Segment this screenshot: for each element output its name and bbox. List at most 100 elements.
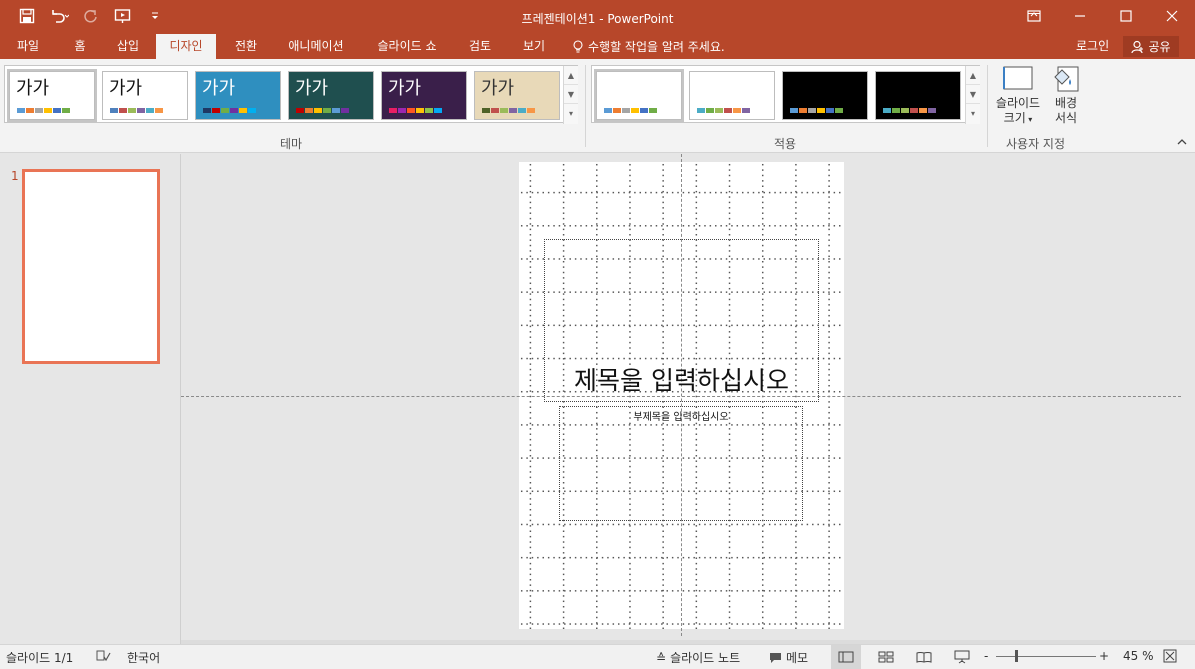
slide-size-label-2: 크기	[1003, 111, 1026, 125]
collapse-ribbon-icon[interactable]	[1177, 138, 1187, 149]
tab-home[interactable]: 홈	[62, 34, 98, 59]
tell-me-box[interactable]: 수행할 작업을 알려 주세요.	[572, 34, 725, 59]
zoom-level[interactable]: 45 %	[1123, 649, 1154, 663]
status-bar: 슬라이드 1/1 한국어 ≙ 슬라이드 노트 메모 - + 45 %	[0, 644, 1195, 669]
theme-thumbnail[interactable]: 가가	[381, 71, 467, 120]
zoom-out-button[interactable]: -	[984, 649, 988, 663]
variant-color-swatches	[604, 108, 657, 113]
color-swatch	[389, 108, 397, 113]
language-indicator[interactable]: 한국어	[127, 649, 160, 666]
tab-design[interactable]: 디자인	[156, 34, 216, 59]
slide-size-button[interactable]: 슬라이드 크기 ▾	[992, 65, 1044, 127]
notes-icon: ≙	[656, 650, 667, 665]
share-button[interactable]: 공유	[1123, 36, 1179, 57]
color-swatch	[341, 108, 349, 113]
comment-icon	[770, 652, 781, 663]
color-swatch	[416, 108, 424, 113]
login-link[interactable]: 로그인	[1076, 34, 1109, 58]
maximize-icon[interactable]	[1103, 0, 1149, 32]
color-swatch	[697, 108, 705, 113]
minimize-icon[interactable]	[1057, 0, 1103, 32]
tab-insert[interactable]: 삽입	[106, 34, 150, 59]
color-swatch	[119, 108, 127, 113]
comments-label: 메모	[786, 651, 809, 665]
themes-gallery-scroll[interactable]: ▲ ▼ ▾	[563, 66, 578, 124]
more-icon[interactable]: ▾	[564, 104, 578, 123]
slide-number: 1	[11, 169, 19, 183]
variant-thumbnail[interactable]	[594, 69, 684, 122]
theme-color-swatches	[17, 108, 70, 113]
variant-thumbnail[interactable]	[782, 71, 868, 120]
tab-file[interactable]: 파일	[6, 34, 50, 59]
color-swatch	[323, 108, 331, 113]
tab-slideshow[interactable]: 슬라이드 쇼	[366, 34, 448, 59]
tab-animations[interactable]: 애니메이션	[278, 34, 354, 59]
color-swatch	[500, 108, 508, 113]
slide-thumbnail[interactable]	[22, 169, 160, 364]
theme-sample-text: 가가	[481, 78, 515, 99]
person-icon	[1131, 40, 1144, 53]
color-swatch	[509, 108, 517, 113]
title-bar: 프레젠테이션1 - PowerPoint	[0, 0, 1195, 34]
scroll-down-icon[interactable]: ▼	[966, 85, 980, 104]
reading-view-icon[interactable]	[909, 645, 939, 669]
color-swatch	[706, 108, 714, 113]
ribbon-display-options-icon[interactable]	[1011, 0, 1057, 32]
tab-view[interactable]: 보기	[512, 34, 556, 59]
zoom-slider[interactable]	[996, 656, 1096, 657]
scroll-up-icon[interactable]: ▲	[564, 66, 578, 85]
theme-thumbnail[interactable]: 가가	[288, 71, 374, 120]
format-background-button[interactable]: 배경 서식	[1046, 65, 1086, 126]
theme-thumbnail[interactable]: 가가	[102, 71, 188, 120]
color-swatch	[742, 108, 750, 113]
zoom-slider-thumb[interactable]	[1015, 650, 1018, 662]
close-icon[interactable]	[1149, 0, 1195, 32]
zoom-in-button[interactable]: +	[1099, 649, 1109, 663]
color-swatch	[146, 108, 154, 113]
theme-thumbnail[interactable]: 가가	[7, 69, 97, 122]
color-swatch	[808, 108, 816, 113]
theme-thumbnail[interactable]: 가가	[195, 71, 281, 120]
scroll-up-icon[interactable]: ▲	[966, 66, 980, 85]
variant-thumbnail[interactable]	[689, 71, 775, 120]
notes-button[interactable]: ≙ 슬라이드 노트	[656, 649, 740, 666]
slide-sorter-view-icon[interactable]	[871, 645, 901, 669]
normal-view-icon[interactable]	[831, 645, 861, 669]
slideshow-view-icon[interactable]	[947, 645, 977, 669]
subtitle-placeholder[interactable]: 부제목을 입력하십시오	[559, 406, 803, 521]
group-divider	[585, 65, 586, 147]
comments-button[interactable]: 메모	[769, 649, 808, 666]
more-icon[interactable]: ▾	[966, 104, 980, 123]
variants-gallery: ▲ ▼ ▾	[591, 65, 980, 124]
fit-to-window-icon[interactable]	[1163, 649, 1177, 663]
tab-review[interactable]: 검토	[458, 34, 502, 59]
spelling-check-icon[interactable]	[95, 649, 111, 663]
customize-group-label: 사용자 지정	[1006, 137, 1066, 151]
notes-label: 슬라이드 노트	[670, 651, 741, 665]
color-swatch	[407, 108, 415, 113]
variants-gallery-scroll[interactable]: ▲ ▼ ▾	[965, 66, 980, 124]
color-swatch	[622, 108, 630, 113]
color-swatch	[790, 108, 798, 113]
title-placeholder[interactable]: 제목을 입력하십시오	[544, 239, 819, 402]
color-swatch	[155, 108, 163, 113]
color-swatch	[910, 108, 918, 113]
theme-color-swatches	[110, 108, 163, 113]
color-swatch	[398, 108, 406, 113]
ribbon-tabs: 파일 홈 삽입 디자인 전환 애니메이션 슬라이드 쇼 검토 보기 수행할 작업…	[0, 34, 1195, 59]
color-swatch	[733, 108, 741, 113]
color-swatch	[35, 108, 43, 113]
subtitle-placeholder-text: 부제목을 입력하십시오	[633, 412, 729, 423]
theme-color-swatches	[203, 108, 256, 113]
color-swatch	[44, 108, 52, 113]
theme-thumbnail[interactable]: 가가	[474, 71, 560, 120]
scroll-down-icon[interactable]: ▼	[564, 85, 578, 104]
themes-group-label: 테마	[280, 137, 303, 151]
tab-transitions[interactable]: 전환	[224, 34, 268, 59]
variant-thumbnail[interactable]	[875, 71, 961, 120]
slide-counter: 슬라이드 1/1	[6, 651, 74, 665]
color-swatch	[928, 108, 936, 113]
slide-editor: 제목을 입력하십시오 부제목을 입력하십시오	[181, 154, 1195, 644]
slide-thumbnail-pane: 1	[0, 154, 181, 644]
share-label: 공유	[1148, 40, 1171, 54]
